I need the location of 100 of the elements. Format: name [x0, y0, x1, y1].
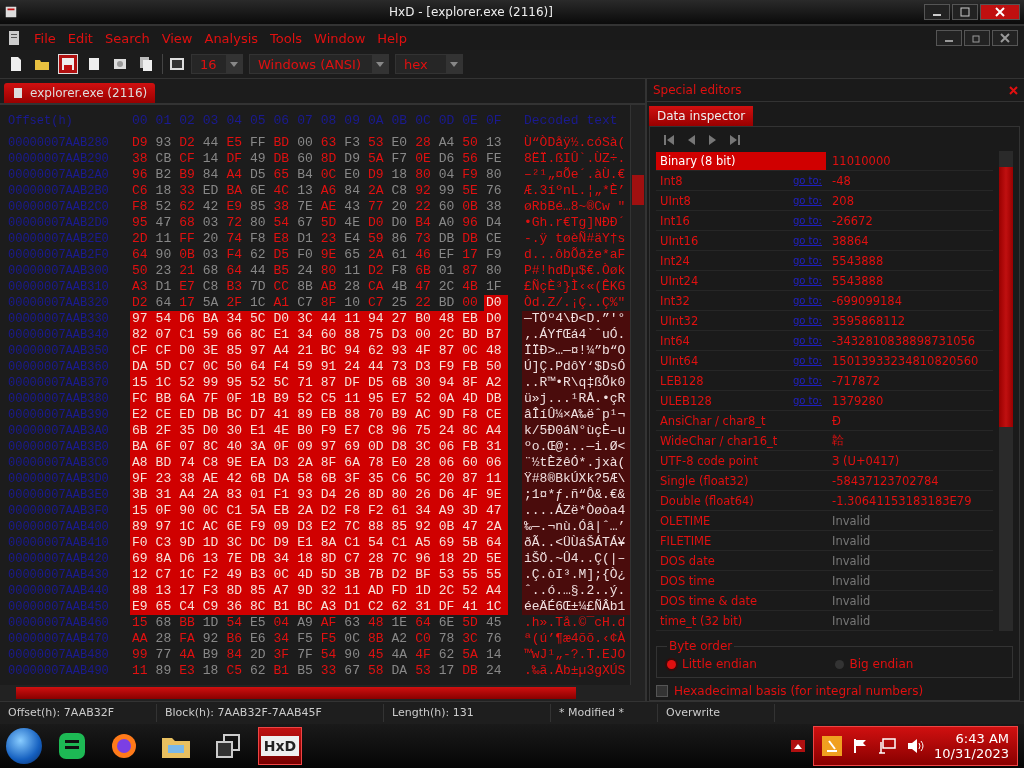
hex-byte: A8 — [130, 455, 154, 471]
inspector-field[interactable]: LEB128 go to: — [656, 371, 826, 390]
hex-byte: CE — [484, 231, 503, 247]
offset-base-dropdown[interactable]: hex — [395, 54, 463, 74]
tray-app-icon[interactable] — [822, 736, 843, 756]
radio-option[interactable]: Little endian — [667, 657, 835, 671]
inspector-field[interactable]: Single (float32) — [656, 471, 826, 490]
hex-byte: DB — [437, 231, 456, 247]
maximize-button[interactable] — [952, 4, 978, 20]
close-icon[interactable] — [1009, 85, 1018, 95]
hex-byte: 9E — [483, 487, 508, 503]
inspector-field[interactable]: UInt32 go to: — [656, 311, 826, 330]
hex-byte: 50 — [224, 359, 248, 375]
horizontal-scrollbar[interactable] — [0, 685, 645, 701]
hex-byte: 1D — [413, 583, 437, 599]
hex-byte: 74 — [177, 455, 201, 471]
inspector-field[interactable]: Int24 go to: — [656, 251, 826, 270]
taskbar-app[interactable]: HxD — [258, 727, 302, 765]
inspector-field[interactable]: Int8 go to: — [656, 171, 826, 190]
inspector-field[interactable]: Int64 go to: — [656, 331, 826, 350]
hex-byte: 70 — [365, 407, 390, 423]
inspector-field[interactable]: UInt16 go to: — [656, 231, 826, 250]
network-icon[interactable] — [878, 738, 897, 754]
hex-byte: A5 — [413, 535, 437, 551]
radio-option[interactable]: Big endian — [834, 657, 1002, 671]
hex-byte: 23 — [319, 231, 338, 247]
offset-cell-text: 00000007AAB2A0 — [8, 167, 110, 183]
decoded-text: .Ç.òI³.M];{Ò¿ — [522, 567, 630, 583]
first-button[interactable] — [662, 133, 676, 147]
inspector-field[interactable]: Int32 go to: — [656, 291, 826, 310]
hex-byte: C8 — [365, 423, 390, 439]
group-title: Byte order — [668, 639, 734, 653]
flag-icon[interactable] — [852, 738, 869, 754]
hex-byte: 42 — [201, 199, 220, 215]
hex-byte: B3 — [247, 567, 272, 583]
inspector-field[interactable]: WideChar / char16_t — [656, 431, 826, 450]
document-tab[interactable]: explorer.exe (2116) — [4, 83, 156, 103]
menu-item[interactable]: File — [34, 30, 56, 46]
hex-byte: 3E — [200, 343, 225, 359]
hex-byte: 94 — [365, 311, 390, 327]
caret-icon — [450, 61, 458, 67]
decoded-text: ºo.Œ@:..—i.Ø< — [522, 439, 630, 455]
menu-item[interactable]: Help — [377, 30, 407, 46]
hex-byte: 69 — [130, 551, 154, 567]
hex-byte: A3 — [131, 279, 149, 295]
vertical-scrollbar[interactable] — [999, 151, 1013, 631]
hex-byte: D2 — [131, 295, 149, 311]
inspector-field[interactable]: AnsiChar / char8_t — [656, 411, 826, 430]
menu-item[interactable]: View — [161, 30, 193, 46]
minimize-button[interactable] — [924, 4, 950, 20]
inspector-field[interactable]: UInt64 go to: — [656, 351, 826, 370]
close-button[interactable] — [980, 4, 1020, 20]
bytes-per-row-dropdown[interactable]: 16 — [191, 54, 243, 74]
inspector-field[interactable]: UTF-8 code point — [656, 451, 826, 470]
hex-byte: BC — [295, 599, 319, 615]
last-button[interactable] — [728, 133, 742, 147]
restore-button[interactable] — [964, 30, 990, 46]
speaker-icon[interactable] — [906, 738, 925, 754]
inspector-field[interactable]: UInt24 go to: — [656, 271, 826, 290]
hex-byte: BA — [225, 183, 243, 199]
field-value: Invalid — [831, 613, 871, 628]
inspector-field[interactable]: Double (float64) — [656, 491, 826, 510]
inspector-field[interactable]: Int16 go to: — [656, 211, 826, 230]
field-name: FILETIME — [660, 533, 712, 548]
hex-byte: 64 — [225, 263, 243, 279]
hex-byte: 59 — [295, 359, 319, 375]
charset-dropdown[interactable]: Windows (ANSI) — [249, 54, 389, 74]
menu-item[interactable]: Search — [104, 30, 150, 46]
hex-byte: E7 — [178, 279, 196, 295]
hex-byte: 80 — [319, 263, 338, 279]
decoded-text: .h».Tå.©¯cH.d — [523, 615, 627, 631]
hex-byte: 5C — [413, 471, 437, 487]
decoded-text: iŠÖ.~Û4..Ç(|– — [522, 551, 630, 567]
minimize-button[interactable] — [936, 30, 962, 46]
menu-item[interactable]: Window — [314, 30, 366, 46]
hex-byte: C7 — [296, 295, 314, 311]
hex-basis-checkbox[interactable]: Hexadecimal basis (for integral numbers) — [656, 682, 1013, 700]
clock-date: 10/31/2023 — [934, 746, 1009, 761]
field-name: AnsiChar / char8_t — [660, 413, 766, 428]
menu-item[interactable]: Tools — [270, 30, 303, 46]
hex-byte: 15 — [131, 615, 149, 631]
data-inspector-tab[interactable]: Data inspector — [649, 106, 754, 126]
save-button[interactable] — [58, 54, 78, 74]
inspector-field[interactable]: Binary (8 bit) — [656, 151, 826, 170]
hex-byte: 87 — [460, 471, 484, 487]
show-hidden-icons-icon[interactable] — [791, 740, 806, 752]
hex-byte: E1 — [295, 535, 319, 551]
start-button[interactable] — [6, 728, 42, 764]
hex-byte: ED — [201, 183, 220, 199]
hex-byte: 54 — [365, 535, 390, 551]
hex-byte: AC — [413, 407, 437, 423]
menu-item[interactable]: Analysis — [204, 30, 259, 46]
inspector-field[interactable]: ULEB128 go to: — [656, 391, 826, 410]
menu-item[interactable]: Edit — [67, 30, 93, 46]
hex-byte: 94 — [342, 343, 366, 359]
offset-cell-text: 00000007AAB440 — [8, 583, 110, 599]
hex-byte: 4C — [272, 183, 291, 199]
vertical-scrollbar[interactable] — [630, 105, 645, 685]
inspector-field[interactable]: UInt8 go to: — [656, 191, 826, 210]
close-button[interactable] — [992, 30, 1018, 46]
